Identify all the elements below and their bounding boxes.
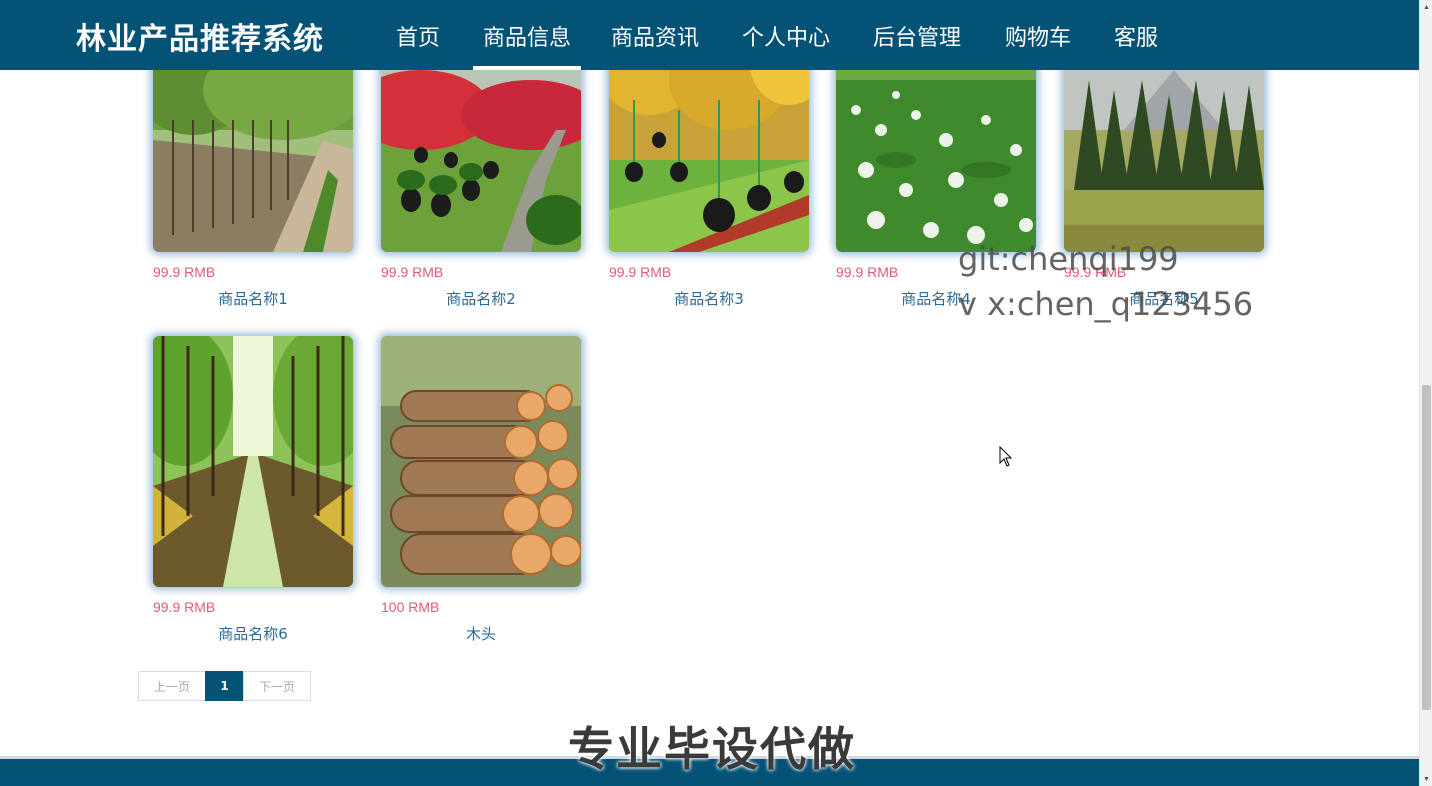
product-image-tree-path[interactable] xyxy=(153,336,353,587)
product-name[interactable]: 商品名称1 xyxy=(153,288,353,309)
scroll-up-arrow-icon[interactable]: ▲ xyxy=(1420,0,1432,14)
watermark-contact: v x:chen_q123456 xyxy=(958,285,1254,323)
pagination-prev-button[interactable]: 上一页 xyxy=(138,671,206,701)
nav-admin[interactable]: 后台管理 xyxy=(873,20,961,52)
nav-cart[interactable]: 购物车 xyxy=(1005,20,1071,52)
nav-products[interactable]: 商品信息 xyxy=(483,20,571,52)
watermark-git: git:chenqi199 xyxy=(958,240,1179,278)
nav-profile[interactable]: 个人中心 xyxy=(742,20,830,52)
nav-news[interactable]: 商品资讯 xyxy=(611,20,699,52)
scrollbar-thumb[interactable] xyxy=(1422,385,1431,710)
product-price: 99.9 RMB xyxy=(153,599,216,615)
promo-banner-text: 专业毕设代做 xyxy=(568,722,856,776)
product-price: 100 RMB xyxy=(381,599,440,615)
product-price: 99.9 RMB xyxy=(153,264,216,280)
product-name[interactable]: 商品名称2 xyxy=(381,288,581,309)
product-image-stacked-logs[interactable] xyxy=(381,336,581,587)
product-price: 99.9 RMB xyxy=(381,264,444,280)
scroll-down-arrow-icon[interactable]: ▼ xyxy=(1420,772,1432,786)
pagination-next-button[interactable]: 下一页 xyxy=(243,671,311,701)
product-price: 99.9 RMB xyxy=(836,264,899,280)
vertical-scrollbar[interactable]: ▲ ▼ xyxy=(1419,0,1432,786)
product-price: 99.9 RMB xyxy=(609,264,672,280)
nav-active-indicator xyxy=(473,66,581,70)
product-name[interactable]: 商品名称6 xyxy=(153,623,353,644)
nav-service[interactable]: 客服 xyxy=(1114,20,1158,52)
product-name[interactable]: 木头 xyxy=(381,623,581,644)
pagination-page-1[interactable]: 1 xyxy=(205,671,244,701)
product-name[interactable]: 商品名称3 xyxy=(609,288,809,309)
top-navbar: 林业产品推荐系统 首页 商品信息 商品资讯 个人中心 后台管理 购物车 客服 xyxy=(0,0,1419,70)
site-title: 林业产品推荐系统 xyxy=(76,22,324,57)
nav-home[interactable]: 首页 xyxy=(396,20,440,52)
mouse-pointer-icon xyxy=(999,445,1013,473)
